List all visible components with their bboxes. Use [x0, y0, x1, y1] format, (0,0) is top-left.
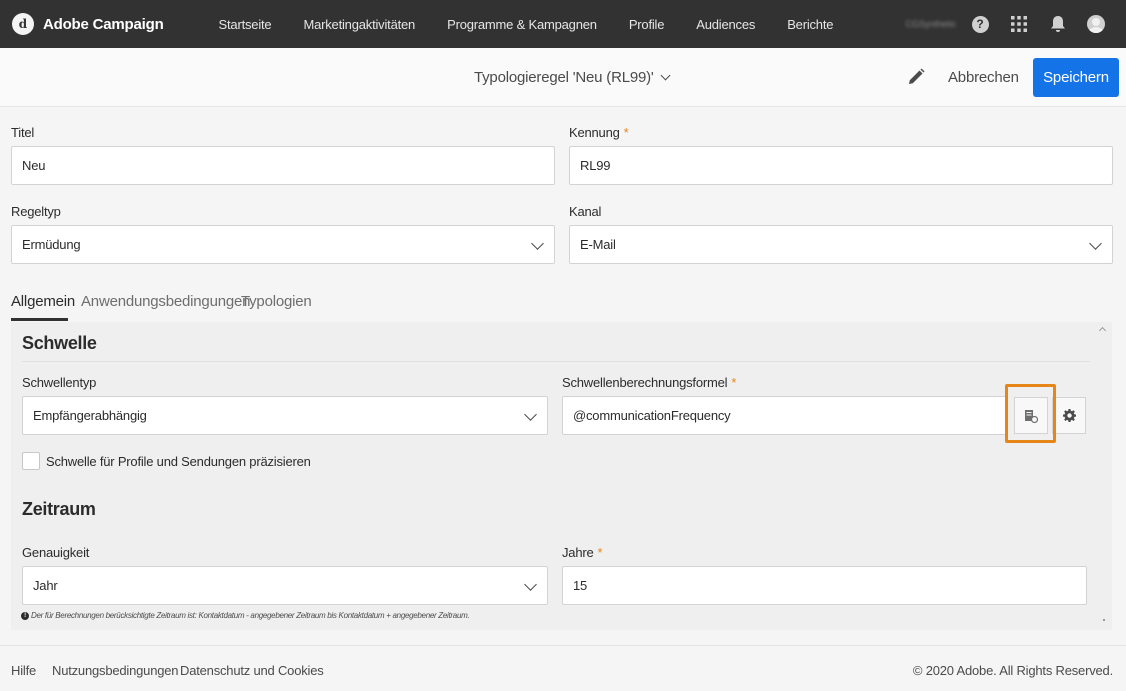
- info-icon: !: [21, 611, 29, 620]
- rule-type-dropdown[interactable]: Ermüdung: [11, 225, 555, 264]
- footer-link-privacy[interactable]: Datenschutz und Cookies: [180, 663, 324, 678]
- id-label: Kennung *: [569, 125, 629, 140]
- page-title-text: Typologieregel 'Neu (RL99)': [474, 69, 654, 86]
- app-switcher-button[interactable]: [1009, 14, 1029, 34]
- pencil-icon: [909, 68, 925, 84]
- title-label: Titel: [11, 125, 35, 140]
- id-input-value: RL99: [580, 158, 611, 173]
- threshold-type-label: Schwellentyp: [22, 375, 97, 390]
- chevron-down-icon: [531, 237, 544, 250]
- years-label: Jahre *: [562, 545, 603, 560]
- cancel-button[interactable]: Abbrechen: [948, 69, 1019, 86]
- adobe-campaign-logo-icon: d: [12, 13, 34, 35]
- chevron-down-icon: [524, 408, 537, 421]
- title-input[interactable]: Neu: [11, 146, 555, 185]
- scroll-down-indicator[interactable]: [1103, 619, 1105, 621]
- threshold-type-dropdown[interactable]: Empfängerabhängig: [22, 396, 548, 435]
- precision-value: Jahr: [33, 578, 58, 593]
- years-input[interactable]: 15: [562, 566, 1087, 605]
- threshold-type-value: Empfängerabhängig: [33, 408, 147, 423]
- nav-item-startseite[interactable]: Startseite: [219, 17, 272, 32]
- nav-right-tools: CGSynthetic ?: [905, 0, 1126, 48]
- open-expression-editor-button[interactable]: [1014, 397, 1048, 434]
- nav-item-audiences[interactable]: Audiences: [696, 17, 755, 32]
- top-nav: d Adobe Campaign Startseite Marketingakt…: [0, 0, 1126, 48]
- page-header: Typologieregel 'Neu (RL99)' Abbrechen Sp…: [0, 48, 1126, 107]
- threshold-section-title: Schwelle: [22, 333, 97, 353]
- help-button[interactable]: ?: [970, 14, 990, 34]
- rule-type-value: Ermüdung: [22, 237, 81, 252]
- user-avatar[interactable]: [1087, 15, 1105, 33]
- threshold-formula-label-text: Schwellenberechnungsformel: [562, 375, 728, 390]
- nav-item-profile[interactable]: Profile: [629, 17, 665, 32]
- nav-item-marketingaktivitaeten[interactable]: Marketingaktivitäten: [303, 17, 415, 32]
- precision-dropdown[interactable]: Jahr: [22, 566, 548, 605]
- precise-threshold-label: Schwelle für Profile und Sendungen präzi…: [46, 454, 311, 469]
- help-icon: ?: [971, 15, 989, 33]
- threshold-formula-value: @communicationFrequency: [573, 408, 731, 423]
- required-marker: *: [623, 125, 629, 140]
- threshold-formula-label: Schwellenberechnungsformel *: [562, 375, 736, 390]
- org-switcher[interactable]: CGSynthetic: [905, 19, 956, 29]
- period-help-text: Der für Berechnungen berücksichtigte Zei…: [31, 611, 470, 620]
- id-input[interactable]: RL99: [569, 146, 1113, 185]
- id-label-text: Kennung: [569, 125, 620, 140]
- active-tab-indicator: [11, 318, 68, 321]
- chevron-down-icon: [1089, 237, 1102, 250]
- chevron-down-icon: [660, 70, 671, 81]
- footer-link-help[interactable]: Hilfe: [11, 663, 36, 678]
- precise-threshold-checkbox[interactable]: [22, 452, 40, 470]
- edit-button[interactable]: [906, 67, 926, 87]
- gear-icon: [1062, 409, 1076, 422]
- tab-allgemein[interactable]: Allgemein: [11, 293, 75, 310]
- channel-value: E-Mail: [580, 237, 616, 252]
- app-logo[interactable]: d Adobe Campaign: [12, 13, 164, 35]
- grid-icon: [1011, 16, 1027, 32]
- footer-link-terms[interactable]: Nutzungsbedingungen: [52, 663, 179, 678]
- expression-editor-icon: [1025, 409, 1038, 423]
- footer-divider: [0, 645, 1126, 646]
- notifications-button[interactable]: [1048, 14, 1068, 34]
- tab-typologien[interactable]: Typologien: [241, 293, 312, 310]
- precision-label: Genauigkeit: [22, 545, 90, 560]
- save-button[interactable]: Speichern: [1033, 58, 1119, 97]
- nav-item-berichte[interactable]: Berichte: [787, 17, 833, 32]
- app-name: Adobe Campaign: [43, 15, 164, 33]
- tab-anwendungsbedingungen[interactable]: Anwendungsbedingungen: [81, 293, 250, 310]
- years-label-text: Jahre: [562, 545, 594, 560]
- threshold-formula-input[interactable]: @communicationFrequency: [562, 396, 1008, 435]
- required-marker: *: [731, 375, 737, 390]
- period-section-title: Zeitraum: [22, 499, 96, 519]
- nav-menu: Startseite Marketingaktivitäten Programm…: [219, 17, 866, 32]
- section-divider: [22, 361, 1090, 362]
- nav-item-programme-kampagnen[interactable]: Programme & Kampagnen: [447, 17, 597, 32]
- page-title[interactable]: Typologieregel 'Neu (RL99)': [474, 69, 671, 86]
- formula-settings-button[interactable]: [1052, 397, 1086, 434]
- channel-dropdown[interactable]: E-Mail: [569, 225, 1113, 264]
- period-help-note: ! Der für Berechnungen berücksichtigte Z…: [21, 611, 470, 620]
- title-input-value: Neu: [22, 158, 46, 173]
- bell-icon: [1051, 16, 1065, 32]
- years-value: 15: [573, 578, 588, 593]
- chevron-down-icon: [524, 578, 537, 591]
- required-marker: *: [597, 545, 603, 560]
- copyright-text: © 2020 Adobe. All Rights Reserved.: [912, 663, 1113, 678]
- channel-label: Kanal: [569, 204, 602, 219]
- rule-type-label: Regeltyp: [11, 204, 61, 219]
